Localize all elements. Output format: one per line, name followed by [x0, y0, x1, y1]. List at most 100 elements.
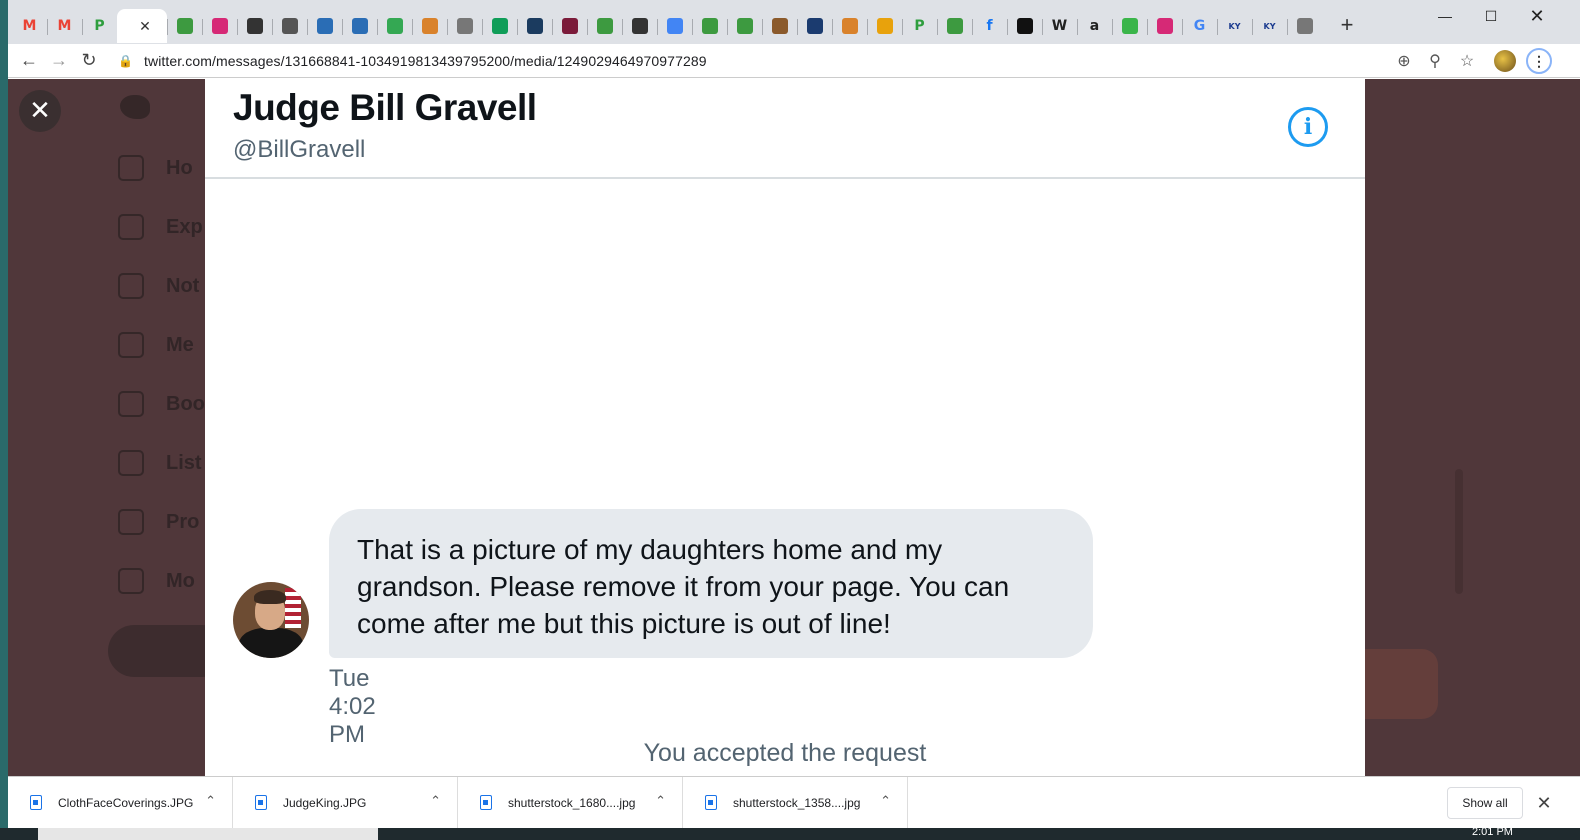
chevron-up-icon[interactable]: ⌃: [430, 793, 441, 809]
maximize-button[interactable]: ☐: [1468, 0, 1514, 32]
background-sidebar-label: Mo: [166, 569, 195, 592]
kyue-icon: KY: [1228, 21, 1241, 31]
background-sidebar-item: Ho: [118, 155, 193, 181]
browser-window: M M P ✕ Pf Wa G KY KY + — ☐ ✕ ← → ↻ 🔒 twitter.com…: [8, 0, 1580, 836]
profile-avatar[interactable]: [1494, 50, 1516, 72]
browser-tab[interactable]: [1112, 9, 1147, 43]
police-star-icon: [806, 18, 823, 34]
browser-tab[interactable]: [517, 9, 552, 43]
background-sidebar-label: Ho: [166, 156, 193, 179]
browser-toolbar: ← → ↻ 🔒 twitter.com/messages/131668841-1…: [8, 44, 1580, 78]
browser-tab[interactable]: ✕: [117, 9, 167, 43]
chevron-up-icon[interactable]: ⌃: [880, 793, 891, 809]
chevron-up-icon[interactable]: ⌃: [205, 793, 216, 809]
instagram-icon: [211, 18, 228, 34]
browser-tab[interactable]: [762, 9, 797, 43]
snowflake-icon: [351, 18, 368, 34]
snowflake-icon: [316, 18, 333, 34]
browser-tab[interactable]: [307, 9, 342, 43]
browser-tab[interactable]: [937, 9, 972, 43]
facebook-icon: f: [986, 18, 993, 34]
browser-tab[interactable]: P: [902, 9, 937, 43]
pin-icon: [176, 18, 193, 34]
download-filename: JudgeKing.JPG: [283, 795, 367, 810]
browser-tab[interactable]: [797, 9, 832, 43]
browser-tab[interactable]: [727, 9, 762, 43]
background-nav-icon: [118, 214, 144, 240]
news-icon: [246, 18, 263, 34]
forward-button[interactable]: →: [44, 46, 74, 76]
address-bar[interactable]: 🔒 twitter.com/messages/131668841-1034919…: [118, 47, 1508, 75]
browser-tab[interactable]: M: [47, 9, 82, 43]
browser-tab[interactable]: [167, 9, 202, 43]
browser-tab[interactable]: P: [82, 9, 117, 43]
close-tab-icon[interactable]: ✕: [139, 18, 151, 35]
add-icon[interactable]: ⊕: [1392, 46, 1416, 76]
browser-tab[interactable]: a: [1077, 9, 1112, 43]
info-icon[interactable]: i: [1288, 107, 1328, 147]
globe-icon: [456, 18, 473, 34]
browser-tab[interactable]: [482, 9, 517, 43]
avatar[interactable]: [233, 582, 309, 658]
maps-icon: [386, 18, 403, 34]
p-icon: P: [914, 18, 925, 34]
taskbar-clock: 2:01 PM: [1472, 826, 1513, 838]
browser-tab[interactable]: [1147, 9, 1182, 43]
browser-tab[interactable]: [657, 9, 692, 43]
browser-tab[interactable]: W: [1042, 9, 1077, 43]
close-shelf-button[interactable]: ✕: [1532, 789, 1556, 817]
browser-menu-button[interactable]: ⋮: [1526, 48, 1552, 74]
browser-tab[interactable]: f: [972, 9, 1007, 43]
browser-tab[interactable]: [622, 9, 657, 43]
new-tab-button[interactable]: +: [1332, 10, 1362, 40]
amazon-icon: a: [1089, 18, 1100, 34]
browser-tab[interactable]: [1287, 9, 1322, 43]
docs-icon: [666, 18, 683, 34]
browser-tab[interactable]: [832, 9, 867, 43]
download-item[interactable]: ClothFaceCoverings.JPG ⌃: [8, 776, 233, 829]
browser-tab[interactable]: [552, 9, 587, 43]
download-item[interactable]: shutterstock_1680....jpg ⌃: [458, 776, 683, 829]
browser-tab[interactable]: [587, 9, 622, 43]
browser-tab[interactable]: [412, 9, 447, 43]
download-item[interactable]: JudgeKing.JPG ⌃: [233, 776, 458, 829]
browser-tab[interactable]: [692, 9, 727, 43]
truck-icon: [631, 18, 648, 34]
show-all-button[interactable]: Show all: [1447, 787, 1523, 819]
background-nav-icon: [118, 391, 144, 417]
browser-tab[interactable]: [272, 9, 307, 43]
chevron-up-icon[interactable]: ⌃: [655, 793, 666, 809]
gmail-icon: M: [57, 18, 72, 34]
google-icon: G: [1193, 18, 1206, 34]
close-media-button[interactable]: ✕: [19, 90, 61, 132]
background-sidebar-label: Me: [166, 333, 194, 356]
browser-tab[interactable]: KY: [1217, 9, 1252, 43]
conversation-panel: Judge Bill Gravell @BillGravell i That i…: [205, 79, 1365, 776]
browser-tab[interactable]: [447, 9, 482, 43]
browser-tab[interactable]: [377, 9, 412, 43]
back-button[interactable]: ←: [14, 46, 44, 76]
browser-tab[interactable]: G: [1182, 9, 1217, 43]
download-item[interactable]: shutterstock_1358....jpg ⌃: [683, 776, 908, 829]
browser-tab[interactable]: KY: [1252, 9, 1287, 43]
zoom-icon[interactable]: ⚲: [1423, 46, 1447, 76]
browser-tab[interactable]: [342, 9, 377, 43]
p-icon: P: [94, 18, 105, 34]
download-shelf: ClothFaceCoverings.JPG ⌃ JudgeKing.JPG ⌃ shu…: [8, 776, 1580, 829]
eye-icon: [771, 18, 788, 34]
browser-tab[interactable]: [867, 9, 902, 43]
taskbar-search[interactable]: [38, 828, 378, 840]
background-sidebar-item: Me: [118, 332, 194, 358]
browser-tab[interactable]: [1007, 9, 1042, 43]
reload-button[interactable]: ↻: [74, 46, 104, 76]
close-window-button[interactable]: ✕: [1514, 0, 1560, 32]
background-twitter-logo: [120, 95, 150, 119]
browser-tab[interactable]: [237, 9, 272, 43]
bookmark-star-icon[interactable]: ☆: [1455, 46, 1479, 76]
minimize-button[interactable]: —: [1422, 0, 1468, 32]
browser-tab[interactable]: [202, 9, 237, 43]
message-timestamp: Tue 4:02 PM: [329, 665, 376, 748]
browser-tab[interactable]: M: [12, 9, 47, 43]
pin-icon: [596, 18, 613, 34]
infinity-icon: [1121, 18, 1138, 34]
